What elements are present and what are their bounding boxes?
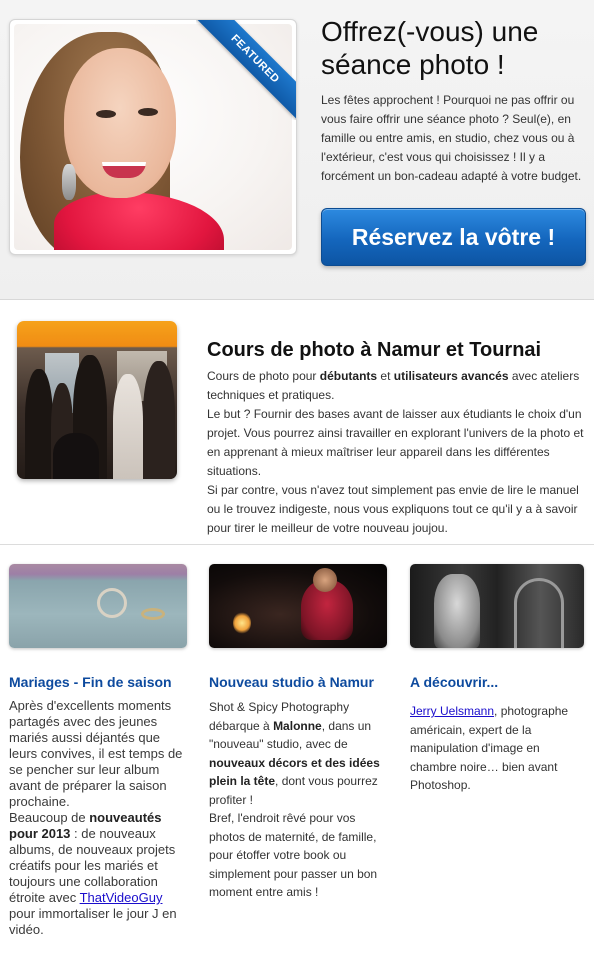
discover-title[interactable]: A découvrir... (410, 674, 498, 690)
photo-eye-right (138, 108, 158, 116)
book-now-button[interactable]: Réservez la vôtre ! (321, 208, 586, 266)
featured-hero-section: FEATURED Offrez(-vous) une séance photo … (0, 0, 594, 300)
photo-child-head (313, 568, 337, 592)
studio-description: Shot & Spicy Photography débarque à Malo… (209, 698, 391, 902)
jerry-uelsmann-link[interactable]: Jerry Uelsmann (410, 704, 494, 718)
hero-description: Les fêtes approchent ! Pourquoi ne pas o… (321, 93, 582, 183)
featured-ribbon: FEATURED (196, 20, 296, 120)
featured-ribbon-label: FEATURED (196, 20, 296, 120)
weddings-text: Après d'excellents moments partagés avec… (9, 698, 183, 809)
studio-text: Bref, l'endroit rêvé pour vos photos de … (209, 811, 378, 899)
weddings-text: Beaucoup de (9, 810, 90, 825)
news-columns-section: Mariages - Fin de saison Après d'excelle… (0, 546, 594, 956)
course-paragraph-3: Si par contre, vous n'avez tout simpleme… (207, 483, 579, 535)
photo-eye-left (96, 110, 116, 118)
weddings-text: pour immortaliser le jour J en vidéo. (9, 906, 177, 937)
studio-child-photo[interactable] (209, 564, 387, 648)
course-text-span: et (377, 369, 394, 383)
course-paragraph-1: Cours de photo pour débutants et utilisa… (207, 367, 585, 405)
photo-ring-1 (97, 588, 127, 618)
studio-location-emphasis: Malonne (273, 718, 322, 733)
hero-title: Offrez(-vous) une séance photo ! (321, 16, 539, 80)
photo-figure-shape (434, 574, 480, 648)
photo-person-1 (25, 369, 53, 479)
featured-photo-frame[interactable]: FEATURED (9, 19, 297, 255)
photo-course-section: Cours de photo à Namur et Tournai Cours … (0, 301, 594, 545)
photo-jacket-shape (54, 192, 224, 250)
course-title: Cours de photo à Namur et Tournai (207, 339, 542, 361)
studio-title[interactable]: Nouveau studio à Namur (209, 674, 374, 690)
surreal-bw-photo[interactable] (410, 564, 584, 648)
course-class-photo[interactable] (17, 321, 177, 479)
course-beginners-emphasis: débutants (319, 369, 378, 383)
thatvideoguy-link[interactable]: ThatVideoGuy (80, 890, 163, 905)
photo-person-5 (53, 433, 99, 479)
wedding-rings-photo[interactable] (9, 564, 187, 648)
discover-description: Jerry Uelsmann, photographe américain, e… (410, 702, 586, 795)
weddings-title[interactable]: Mariages - Fin de saison (9, 674, 172, 690)
course-paragraph-2: Le but ? Fournir des bases avant de lais… (207, 407, 584, 478)
course-advanced-emphasis: utilisateurs avancés (393, 369, 509, 383)
photo-arch-shape (514, 578, 564, 648)
photo-bride-shape (113, 374, 143, 479)
course-description: Cours de photo pour débutants et utilisa… (207, 367, 585, 538)
photo-candle-glow (233, 612, 251, 634)
course-text-span: Cours de photo pour (207, 369, 320, 383)
photo-earring-shape (62, 164, 76, 200)
photo-ring-2 (141, 608, 165, 620)
photo-person-4 (143, 361, 175, 479)
weddings-description: Après d'excellents moments partagés avec… (9, 698, 187, 938)
